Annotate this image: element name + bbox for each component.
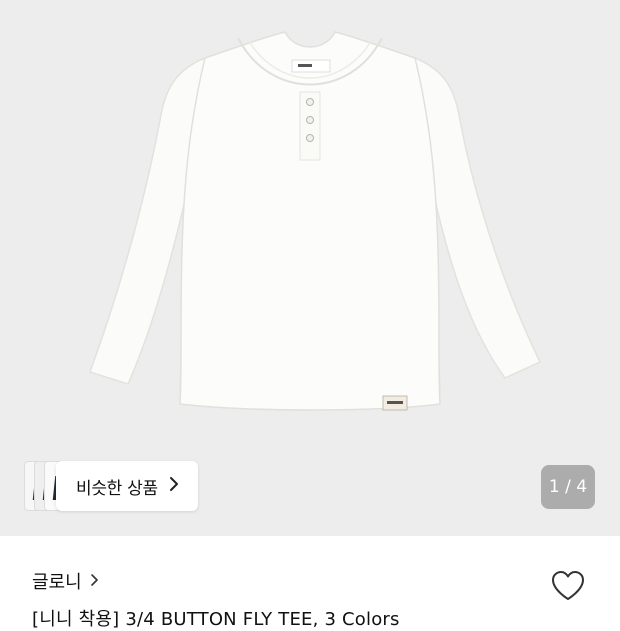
image-page-indicator: 1 / 4: [541, 465, 595, 509]
similar-products-label: 비슷한 상품: [76, 478, 158, 499]
product-image: [89, 31, 542, 411]
similar-products[interactable]: 비슷한 상품: [24, 461, 198, 511]
product-image-gallery[interactable]: 비슷한 상품 1 / 4: [0, 0, 620, 536]
chevron-right-icon: [90, 572, 99, 591]
brand-name: 글로니: [32, 572, 82, 593]
product-title: [니니 착용] 3/4 BUTTON FLY TEE, 3 Colors: [32, 609, 400, 630]
chevron-right-icon: [168, 476, 180, 496]
brand-link[interactable]: 글로니: [32, 568, 99, 594]
wishlist-heart-icon[interactable]: [549, 567, 587, 605]
similar-products-button[interactable]: 비슷한 상품: [56, 461, 198, 511]
product-info: 글로니 [니니 착용] 3/4 BUTTON FLY TEE, 3 Colors: [0, 536, 620, 630]
